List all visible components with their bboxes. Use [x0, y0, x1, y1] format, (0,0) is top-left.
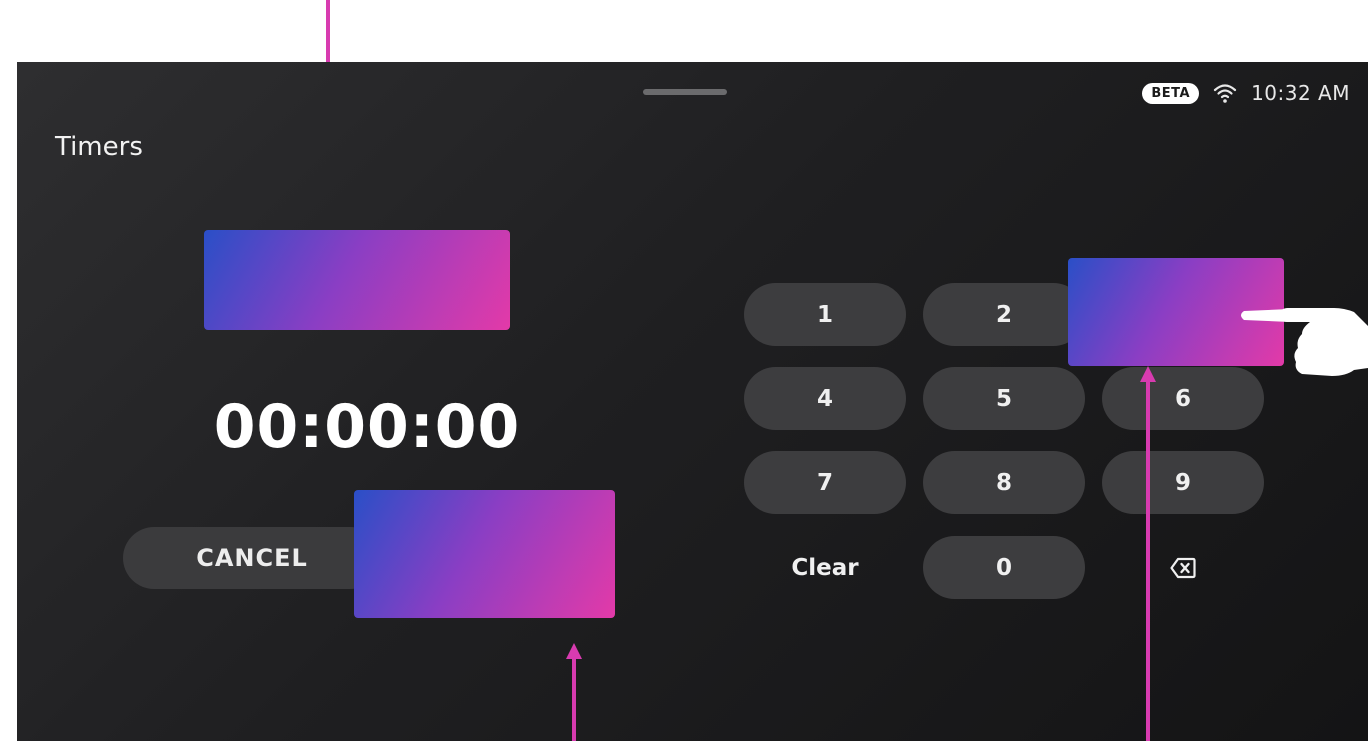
keypad-key-4[interactable]: 4 [744, 367, 906, 430]
keypad-key-5[interactable]: 5 [923, 367, 1085, 430]
timer-display: 00:00:00 [213, 392, 521, 462]
keypad-key-2[interactable]: 2 [923, 283, 1085, 346]
keypad-key-9[interactable]: 9 [1102, 451, 1264, 514]
backspace-icon [1170, 557, 1196, 578]
wifi-icon [1213, 84, 1237, 103]
clock-time: 10:32 AM [1251, 81, 1350, 105]
keypad-key-0[interactable]: 0 [923, 536, 1085, 599]
backspace-button[interactable] [1102, 536, 1264, 599]
pointing-hand-icon [1241, 308, 1368, 376]
cancel-button[interactable]: CANCEL [123, 527, 381, 589]
page-title: Timers [55, 132, 143, 162]
status-bar: BETA 10:32 AM [1142, 78, 1350, 108]
beta-badge: BETA [1142, 82, 1200, 104]
label-timer-button[interactable]: Label Timer [239, 252, 489, 324]
keypad-key-8[interactable]: 8 [923, 451, 1085, 514]
clear-button[interactable]: Clear [744, 536, 906, 599]
pencil-icon [280, 277, 301, 298]
start-button[interactable]: START [372, 527, 600, 589]
drag-handle[interactable] [643, 89, 727, 95]
label-timer-text: Label Timer [316, 275, 452, 301]
device-screen: BETA 10:32 AM Timers Label Timer 00:00:0… [17, 62, 1368, 741]
keypad-key-7[interactable]: 7 [744, 451, 906, 514]
keypad-key-1[interactable]: 1 [744, 283, 906, 346]
